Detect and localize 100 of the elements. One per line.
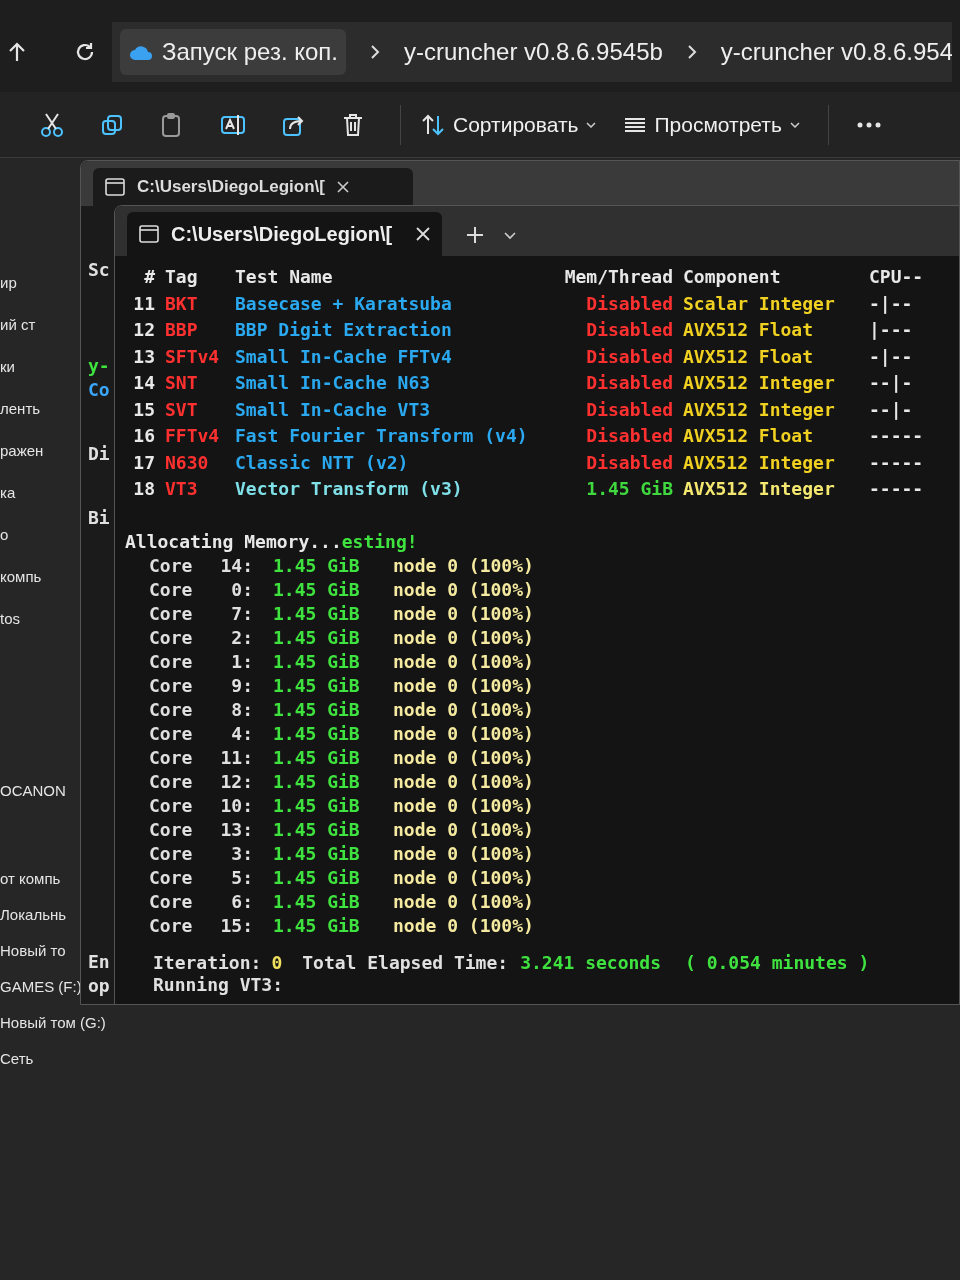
table-cell-text: N630: [165, 450, 210, 475]
table-cell-text: Disabled: [585, 397, 673, 422]
sidebar-item[interactable]: Сеть: [0, 1047, 34, 1071]
core-label: Core: [149, 793, 194, 818]
rename-icon[interactable]: [220, 112, 246, 137]
log-label: Total Elapsed Time:: [302, 951, 509, 974]
copy-icon[interactable]: [100, 112, 124, 137]
sidebar-item[interactable]: ленть: [0, 397, 41, 421]
node-text: node 0 (100%): [393, 721, 534, 746]
memory-value: 1.45 GiB: [273, 553, 361, 578]
core-label: Core: [149, 697, 194, 722]
log-value: ( 0.054 minutes ): [685, 951, 870, 974]
memory-value: 1.45 GiB: [273, 577, 361, 602]
memory-value: 1.45 GiB: [273, 601, 361, 626]
node-text: node 0 (100%): [393, 649, 534, 674]
table-cell-text: 12: [132, 318, 155, 342]
table-cell-text: -----: [869, 477, 925, 501]
core-label: Core: [149, 625, 194, 650]
table-cell-text: AVX512 Float: [683, 318, 815, 342]
core-index: 1:: [230, 649, 253, 674]
core-index: 10:: [219, 793, 253, 818]
scissors-icon[interactable]: [40, 111, 64, 138]
core-index: 7:: [230, 601, 253, 626]
terminal-tab[interactable]: C:\Users\DiegoLegion\[: [93, 168, 413, 206]
sort-button[interactable]: Сортировать: [421, 108, 597, 141]
table-cell-text: -----: [869, 450, 925, 475]
memory-value: 1.45 GiB: [273, 913, 361, 938]
view-button[interactable]: Просмотреть: [624, 108, 800, 141]
terminal-text: op: [88, 974, 110, 998]
sidebar-item[interactable]: ражен: [0, 439, 44, 463]
node-text: node 0 (100%): [393, 817, 534, 842]
terminal-text: Bi: [88, 506, 110, 530]
table-cell-text: VT3: [165, 477, 199, 501]
memory-value: 1.45 GiB: [273, 889, 361, 914]
sidebar-item[interactable]: ки: [0, 355, 15, 379]
up-arrow-icon[interactable]: [8, 41, 26, 63]
tab-title: C:\Users\DiegoLegion\[: [171, 222, 393, 247]
breadcrumb[interactable]: y-cruncher v0.8.6.9545b: [404, 34, 663, 70]
sidebar-item[interactable]: ир: [0, 271, 17, 295]
chevron-down-icon[interactable]: [504, 232, 517, 240]
table-cell-text: 1.45 GiB: [585, 477, 673, 501]
table-cell-text: --|-: [869, 397, 914, 422]
sidebar-item[interactable]: OCANON: [0, 779, 66, 803]
more-icon[interactable]: [856, 121, 881, 128]
core-index: 12:: [219, 769, 253, 794]
trash-icon[interactable]: [342, 112, 364, 137]
sort-arrows-icon: [421, 113, 445, 136]
close-icon[interactable]: [336, 181, 349, 193]
breadcrumb[interactable]: y-cruncher v0.8.6.954: [720, 34, 952, 70]
memory-value: 1.45 GiB: [273, 769, 361, 794]
breadcrumb[interactable]: Запуск рез. коп.: [120, 29, 347, 75]
sidebar-item[interactable]: tos: [0, 607, 20, 631]
table-cell-text: Disabled: [585, 291, 673, 316]
table-cell-text: |---: [869, 318, 914, 342]
sidebar-item[interactable]: ка: [0, 481, 16, 505]
core-index: 3:: [230, 841, 253, 866]
close-icon[interactable]: [416, 227, 431, 241]
column-header: Component: [683, 265, 782, 289]
table-cell-text: Small In-Cache FFTv4: [235, 344, 453, 369]
table-cell-text: 15: [132, 397, 155, 422]
sidebar-item[interactable]: Локальнь: [0, 903, 67, 927]
terminal-tab[interactable]: C:\Users\DiegoLegion\[: [127, 212, 443, 256]
core-index: 14:: [219, 553, 253, 578]
core-index: 4:: [230, 721, 253, 746]
table-cell-text: Disabled: [585, 450, 673, 475]
sidebar-item[interactable]: от компь: [0, 867, 61, 891]
table-cell-text: AVX512 Integer: [683, 450, 836, 475]
refresh-icon[interactable]: [74, 41, 96, 63]
sidebar-item[interactable]: ий ст: [0, 313, 36, 337]
core-index: 0:: [230, 577, 253, 602]
core-label: Core: [149, 913, 194, 938]
core-label: Core: [149, 553, 194, 578]
core-index: 11:: [219, 745, 253, 770]
table-cell-text: 18: [132, 477, 155, 501]
terminal-text: y-: [88, 354, 110, 378]
sidebar-item[interactable]: Новый то: [0, 939, 66, 963]
sidebar-item[interactable]: о: [0, 523, 9, 547]
table-cell-text: BKT: [165, 291, 199, 316]
log-line: Allocating Memory...: [125, 529, 342, 554]
chevron-down-icon: [789, 121, 800, 128]
log-value: 0: [271, 951, 283, 974]
node-text: node 0 (100%): [393, 553, 534, 578]
core-label: Core: [149, 865, 194, 890]
memory-value: 1.45 GiB: [273, 649, 361, 674]
core-index: 8:: [230, 697, 253, 722]
plus-icon[interactable]: [466, 226, 485, 244]
table-cell-text: 11: [132, 291, 155, 316]
sidebar-item[interactable]: Новый том (G:): [0, 1011, 106, 1035]
core-label: Core: [149, 673, 194, 698]
table-cell-text: BBP: [165, 318, 199, 342]
table-cell-text: AVX512 Float: [683, 424, 815, 448]
table-cell-text: Disabled: [585, 318, 673, 342]
column-header: CPU--: [869, 265, 925, 289]
core-index: 9:: [230, 673, 253, 698]
table-cell-text: 17: [132, 450, 155, 475]
sidebar-item[interactable]: компь: [0, 565, 42, 589]
table-cell-text: SVT: [165, 397, 199, 422]
core-label: Core: [149, 817, 194, 842]
terminal-text: Co: [88, 378, 110, 402]
table-cell-text: Classic NTT (v2): [235, 450, 410, 475]
